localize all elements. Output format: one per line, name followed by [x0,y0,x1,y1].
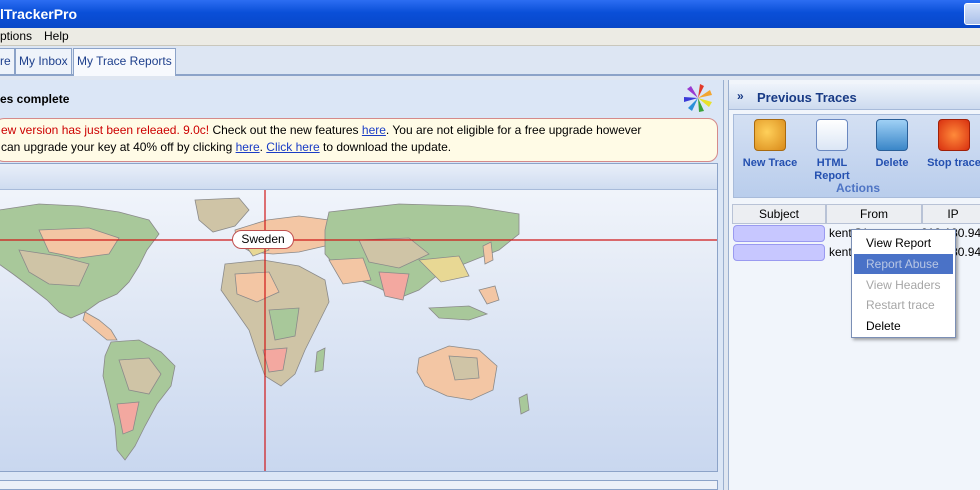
menu-help[interactable]: Help [44,29,69,43]
column-subject[interactable]: Subject [732,204,826,224]
menu-item-view-headers: View Headers [866,278,941,292]
location-marker-label: Sweden [232,230,294,249]
tab-bar: re My Inbox My Trace Reports [0,46,980,76]
app-logo-icon [684,84,712,112]
menu-bar: ptions Help [0,28,980,46]
actions-group-label: Actions [835,181,880,195]
menu-options[interactable]: ptions [0,29,32,43]
traces-table-header: Subject From IP [732,204,980,224]
tab-my-inbox[interactable]: My Inbox [15,48,72,74]
window-title: lTrackerPro [0,6,78,22]
features-link[interactable]: here [362,123,386,137]
update-notice: ew version has just been releaed. 9.0c! … [0,118,718,162]
new-trace-label: New Trace [742,157,798,169]
tab-my-trace-reports[interactable]: My Trace Reports [73,48,176,76]
menu-item-restart-trace: Restart trace [866,298,935,312]
download-link[interactable]: Click here [266,140,319,154]
row-subject [733,225,825,242]
row-from: kent [829,245,852,259]
sidebar-header[interactable]: » Previous Traces [729,84,980,110]
notice-text-1: Check out the new features [209,123,362,137]
menu-item-report-abuse[interactable]: Report Abuse [854,254,953,274]
notice-text-4: to download the update. [319,140,452,154]
html-report-button[interactable]: HTML Report [802,119,862,183]
status-title: es complete [0,92,70,106]
bottom-panel [0,480,718,490]
upgrade-link[interactable]: here [236,140,260,154]
menu-item-view-report[interactable]: View Report [854,233,953,253]
actions-group: New Trace HTML Report Delete Stop trace … [733,114,980,198]
map-header [0,164,717,190]
title-bar: lTrackerPro [0,0,980,28]
sidebar-title: Previous Traces [757,90,857,105]
stop-trace-label: Stop trace [927,157,980,169]
context-menu: View Report Report Abuse View Headers Re… [851,229,956,338]
stop-trace-button[interactable]: Stop trace [924,119,980,170]
column-ip[interactable]: IP [922,204,980,224]
menu-item-delete[interactable]: Delete [854,316,953,336]
notice-text-3: can upgrade your key at 40% off by click… [1,140,236,154]
notice-text-2: . You are not eligible for a free upgrad… [385,123,642,137]
row-subject [733,244,825,261]
html-report-icon [816,119,848,151]
html-report-label: HTML Report [814,157,850,182]
column-from[interactable]: From [826,204,922,224]
trace-map-panel: Sweden [0,163,718,472]
collapse-chevron-icon[interactable]: » [737,89,744,103]
new-trace-button[interactable]: New Trace [740,119,800,170]
delete-icon [876,119,908,151]
notice-headline: ew version has just been releaed. 9.0c! [1,123,210,137]
tab-home[interactable]: re [0,48,15,74]
window-control-button[interactable] [964,3,980,25]
new-trace-icon [754,119,786,151]
world-map[interactable] [0,190,718,472]
stop-trace-icon [938,119,970,151]
delete-label: Delete [875,157,909,169]
delete-button[interactable]: Delete [862,119,922,170]
